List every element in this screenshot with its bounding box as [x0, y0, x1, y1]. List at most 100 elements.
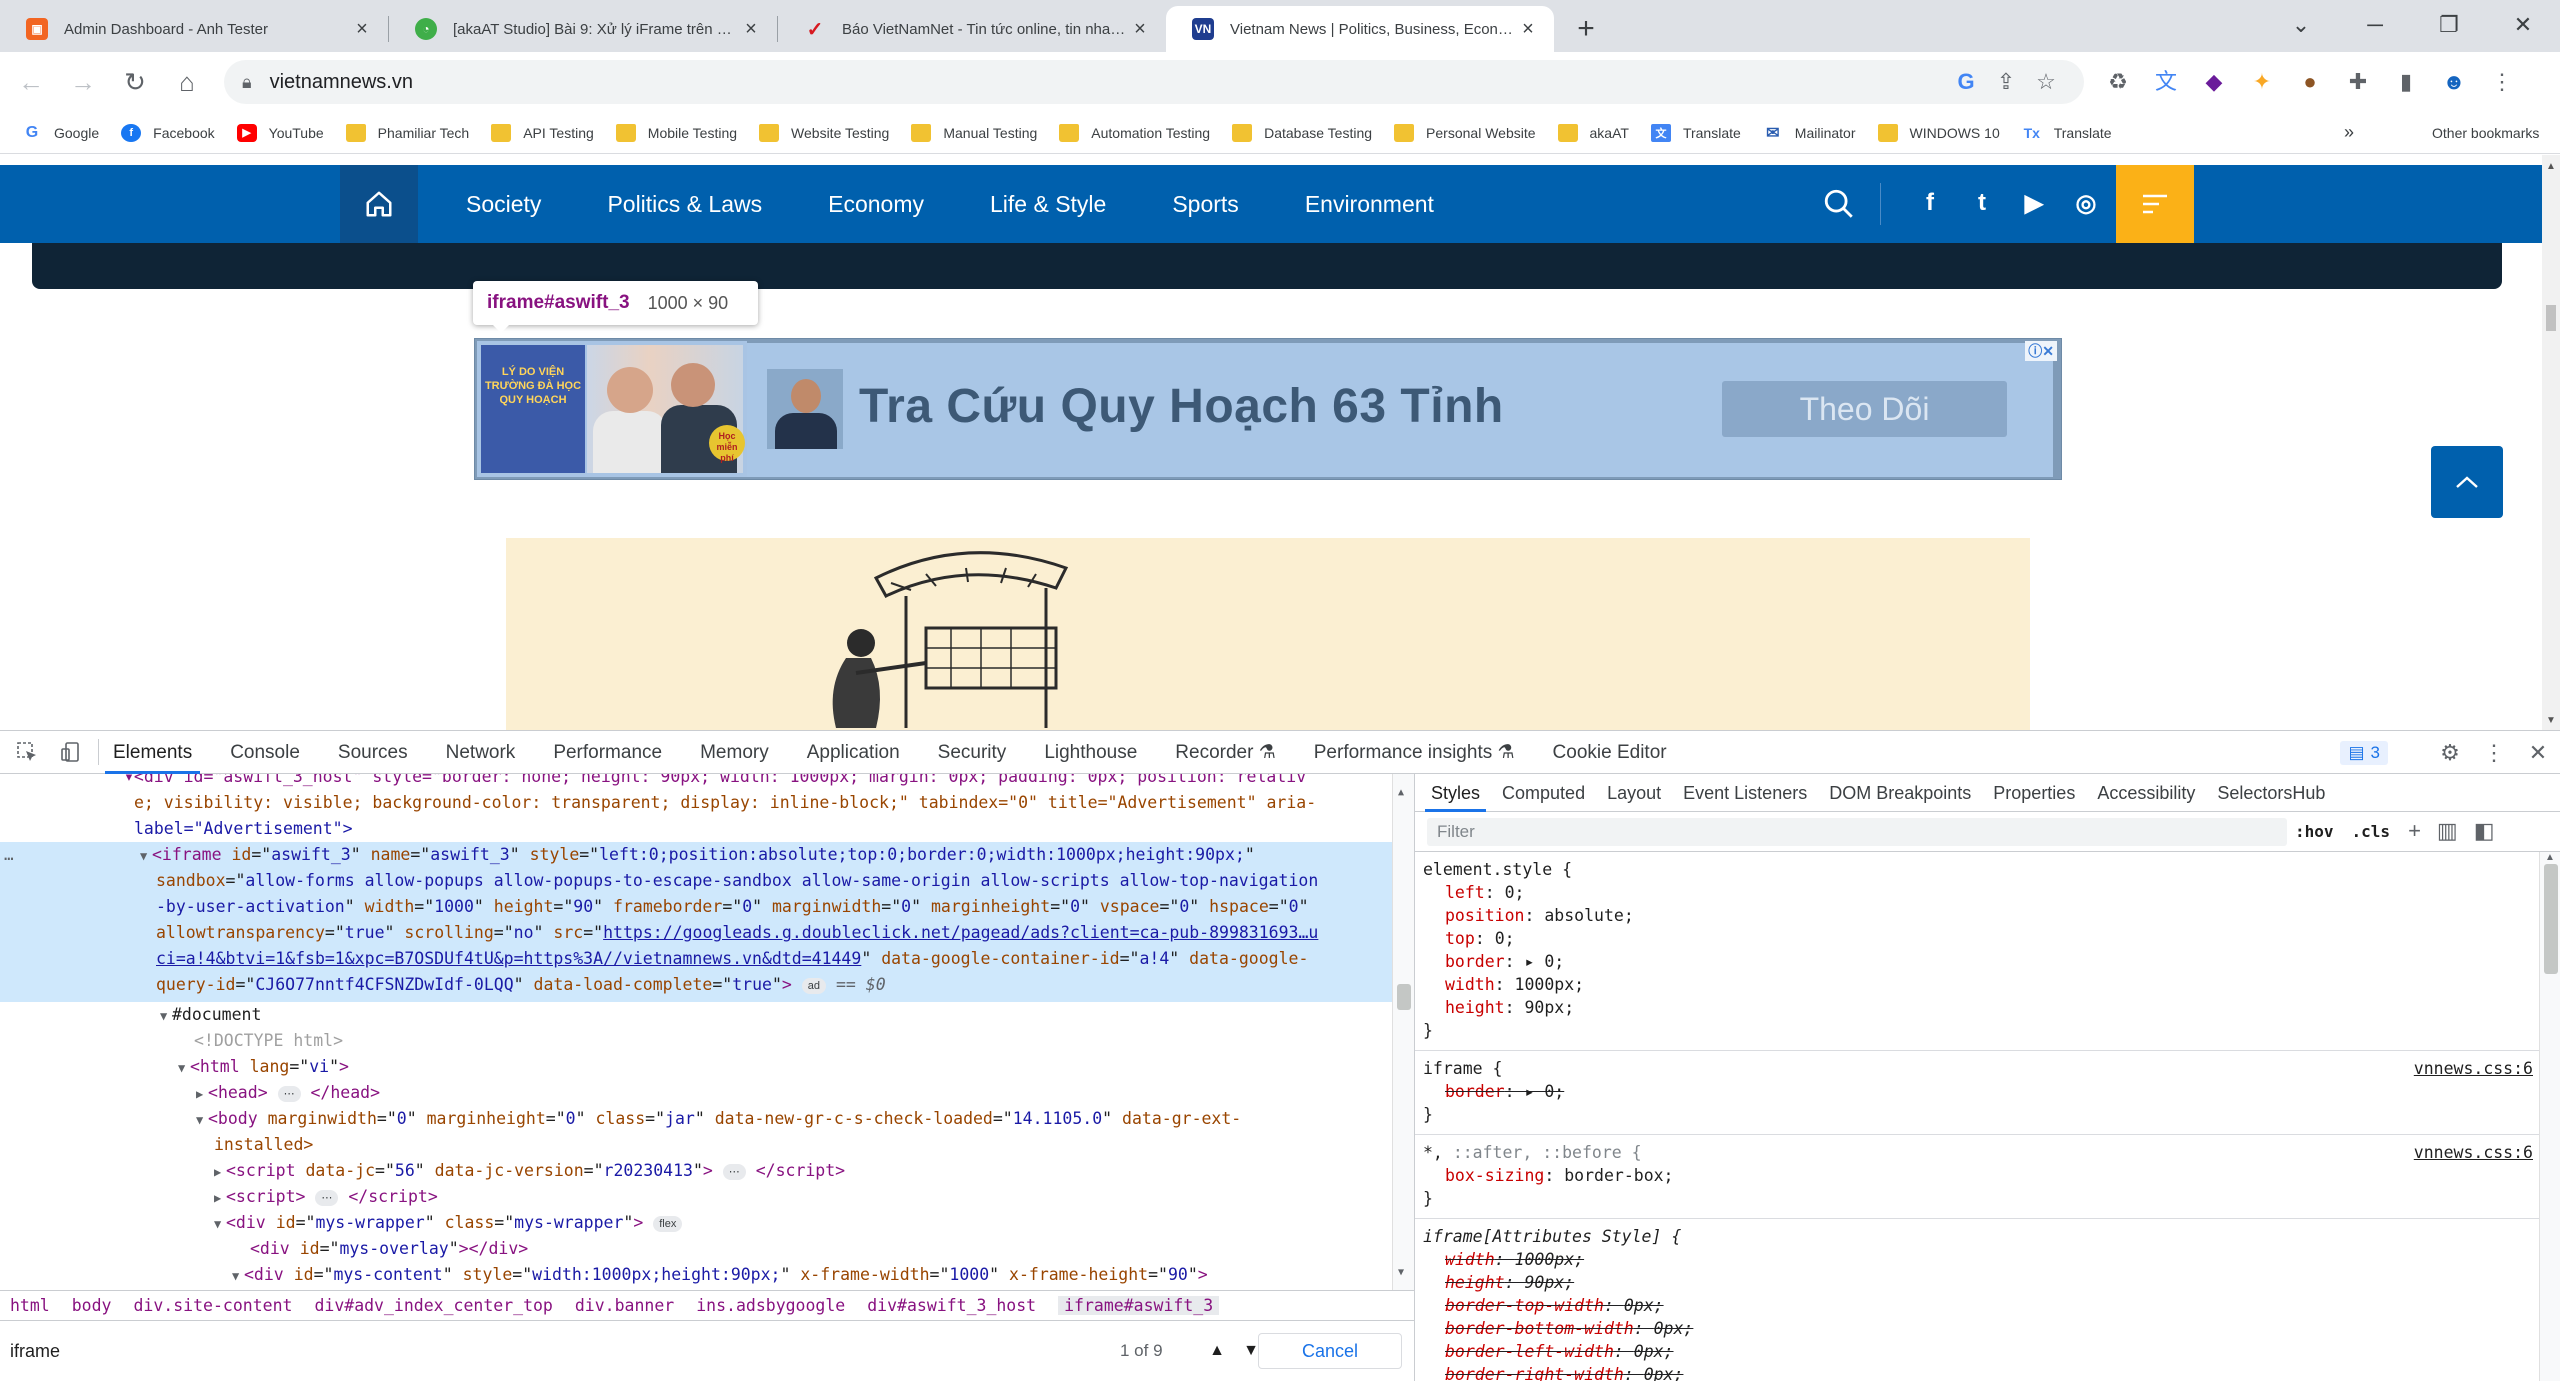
twitter-icon[interactable]: t [1956, 183, 2008, 223]
styles-filter-input[interactable]: Filter [1427, 818, 2287, 846]
tab-performance[interactable]: Performance [553, 731, 662, 774]
bookmark-google[interactable]: G Google [22, 124, 99, 142]
ad-image-panel[interactable]: LÝ DO VIỆN TRƯỜNG ĐÀ HỌC QUY HOẠCH Học m… [477, 341, 747, 477]
scroll-to-top-button[interactable] [2431, 446, 2503, 518]
tab-vietnamnews[interactable]: VN Vietnam News | Politics, Business, Ec… [1166, 6, 1554, 52]
nav-life-style[interactable]: Life & Style [990, 191, 1106, 218]
bookmark-folder[interactable]: Manual Testing [911, 123, 1037, 142]
google-lens-icon[interactable]: G [1946, 69, 1986, 95]
scroll-up-arrow-icon[interactable]: ▲ [2546, 161, 2556, 172]
device-toolbar-icon[interactable] [54, 735, 88, 769]
dom-line[interactable]: installed> [0, 1132, 1392, 1159]
gear-icon[interactable]: ⚙ [2428, 740, 2472, 766]
rule-element-style[interactable]: element.style { left: 0; position: absol… [1415, 852, 2539, 1051]
avatar[interactable]: ☻ [2430, 62, 2478, 102]
dom-node-doctype[interactable]: <!DOCTYPE html> [0, 1028, 1392, 1055]
dom-node-mys-overlay[interactable]: <div id="mys-overlay"></div> [0, 1236, 1392, 1263]
bookmark-folder[interactable]: Website Testing [759, 123, 889, 142]
nav-society[interactable]: Society [466, 191, 541, 218]
paint-roller-icon[interactable]: ▥ [2437, 818, 2458, 844]
close-icon[interactable]: × [1128, 17, 1152, 41]
forward-icon[interactable]: → [62, 61, 104, 103]
bookmark-mailinator[interactable]: ✉ Mailinator [1763, 124, 1855, 142]
ellipsis-pill[interactable]: ⋯ [315, 1189, 339, 1206]
styles-scrollbar-thumb[interactable] [2544, 864, 2558, 974]
issues-badge[interactable]: ▤ 3 [2340, 740, 2388, 765]
elements-search-input[interactable]: iframe [10, 1333, 1120, 1369]
page-scrollbar-thumb[interactable] [2546, 305, 2556, 331]
elements-scrollbar-thumb[interactable] [1397, 984, 1411, 1010]
tab-cookie-editor[interactable]: Cookie Editor [1553, 731, 1667, 774]
site-menu-button[interactable] [2116, 165, 2194, 243]
ellipsis-pill[interactable]: ⋯ [277, 1085, 301, 1102]
dom-line[interactable]: ▾<div id="aswift_3_host" style="border: … [0, 774, 1392, 791]
nav-economy[interactable]: Economy [828, 191, 924, 218]
dom-node-body[interactable]: ▼ <body marginwidth="0" marginheight="0" … [0, 1106, 1392, 1134]
search-cancel-button[interactable]: Cancel [1258, 1333, 1402, 1369]
close-icon[interactable]: × [350, 17, 374, 41]
breadcrumb-aswift-host[interactable]: div#aswift_3_host [867, 1296, 1036, 1315]
bookmark-facebook[interactable]: f Facebook [121, 123, 215, 142]
rule-iframe[interactable]: iframe { vnnews.css:6 border: ▸ 0; } [1415, 1051, 2539, 1135]
tab-styles[interactable]: Styles [1424, 774, 1487, 812]
rule-selector[interactable]: element.style { [1423, 858, 2527, 881]
bookmark-youtube[interactable]: ▶ YouTube [236, 123, 324, 142]
tab-akaat[interactable]: ◔ [akaAT Studio] Bài 9: Xử lý iFrame trê… [389, 6, 777, 52]
css-declaration[interactable]: box-sizing: border-box; [1423, 1164, 2527, 1187]
scroll-up-arrow-icon[interactable]: ▲ [2545, 852, 2555, 863]
tab-memory[interactable]: Memory [700, 731, 769, 774]
css-declaration-overridden[interactable]: border-top-width: 0px; [1423, 1294, 2527, 1317]
dom-node-head[interactable]: ▶ <head> ⋯ </head> [0, 1080, 1392, 1108]
tab-sources[interactable]: Sources [338, 731, 408, 774]
ad-follow-button[interactable]: Theo Dõi [1722, 381, 2007, 437]
rule-source-link[interactable]: vnnews.css:6 [2414, 1141, 2533, 1164]
scroll-down-arrow-icon[interactable]: ▼ [1398, 1260, 1404, 1287]
expand-triangle-icon[interactable]: ▼ [214, 1211, 226, 1238]
page-scrollbar[interactable]: ▲ ▼ [2542, 155, 2560, 730]
breadcrumb-html[interactable]: html [10, 1296, 50, 1315]
ad-pill[interactable]: ad [801, 977, 827, 994]
tab-console[interactable]: Console [230, 731, 300, 774]
bookmark-folder[interactable]: API Testing [491, 123, 594, 142]
url-text[interactable]: vietnamnews.vn [270, 71, 1946, 94]
facebook-icon[interactable]: f [1904, 183, 1956, 223]
styles-scrollbar[interactable]: ▲ [2539, 852, 2560, 1381]
ad-iframe-aswift-3[interactable]: LÝ DO VIỆN TRƯỜNG ĐÀ HỌC QUY HOẠCH Học m… [474, 338, 2062, 480]
css-declaration-overridden[interactable]: border-bottom-width: 0px; [1423, 1317, 2527, 1340]
scroll-up-arrow-icon[interactable]: ▲ [1398, 780, 1404, 807]
kebab-menu-icon[interactable]: ⋮ [2472, 740, 2516, 766]
expand-triangle-icon[interactable]: ▼ [178, 1055, 190, 1082]
expand-triangle-icon[interactable]: ▼ [232, 1263, 244, 1290]
dom-node-iframe-selected[interactable]: … ▼ <iframe id="aswift_3" name="aswift_3"… [0, 842, 1392, 1002]
css-declaration[interactable]: border: ▸ 0; [1423, 950, 2527, 973]
close-icon[interactable]: × [739, 17, 763, 41]
bulb-extension-icon[interactable]: ✦ [2238, 62, 2286, 102]
css-declaration[interactable]: left: 0; [1423, 881, 2527, 904]
bookmark-folder[interactable]: Database Testing [1232, 123, 1372, 142]
tab-elements[interactable]: Elements [104, 731, 201, 774]
reload-icon[interactable]: ↻ [114, 61, 156, 103]
tab-properties[interactable]: Properties [1993, 774, 2075, 812]
dom-node-script[interactable]: ▶ <script data-jc="56" data-jc-version="r… [0, 1158, 1392, 1186]
css-declaration[interactable]: width: 1000px; [1423, 973, 2527, 996]
cls-toggle[interactable]: .cls [2352, 822, 2391, 841]
add-rule-icon[interactable]: + [2408, 818, 2421, 844]
collapse-triangle-icon[interactable]: ▶ [214, 1185, 226, 1212]
dom-node-html[interactable]: ▼ <html lang="vi"> [0, 1054, 1392, 1082]
tab-event-listeners[interactable]: Event Listeners [1683, 774, 1807, 812]
side-panel-icon[interactable]: ▮ [2382, 62, 2430, 102]
hov-toggle[interactable]: :hov [2295, 822, 2334, 841]
expand-triangle-icon[interactable]: ▼ [196, 1107, 208, 1134]
ad-title[interactable]: Tra Cứu Quy Hoạch 63 Tỉnh [859, 379, 1504, 434]
rule-selector[interactable]: iframe[Attributes Style] { [1423, 1225, 2527, 1248]
tab-performance-insights[interactable]: Performance insights ⚗ [1314, 731, 1515, 774]
tab-vietnamnet[interactable]: ✓ Báo VietNamNet - Tin tức online, tin n… [778, 6, 1166, 52]
css-declaration-overridden[interactable]: width: 1000px; [1423, 1248, 2527, 1271]
breadcrumb-iframe[interactable]: iframe#aswift_3 [1058, 1296, 1220, 1315]
breadcrumb-adv-index[interactable]: div#adv_index_center_top [314, 1296, 552, 1315]
tab-selectorshub[interactable]: SelectorsHub [2217, 774, 2325, 812]
rule-selector[interactable]: *, [1423, 1143, 1443, 1162]
bookmark-folder[interactable]: Automation Testing [1059, 123, 1210, 142]
close-icon[interactable]: × [1516, 17, 1540, 41]
css-declaration-overridden[interactable]: border-left-width: 0px; [1423, 1340, 2527, 1363]
